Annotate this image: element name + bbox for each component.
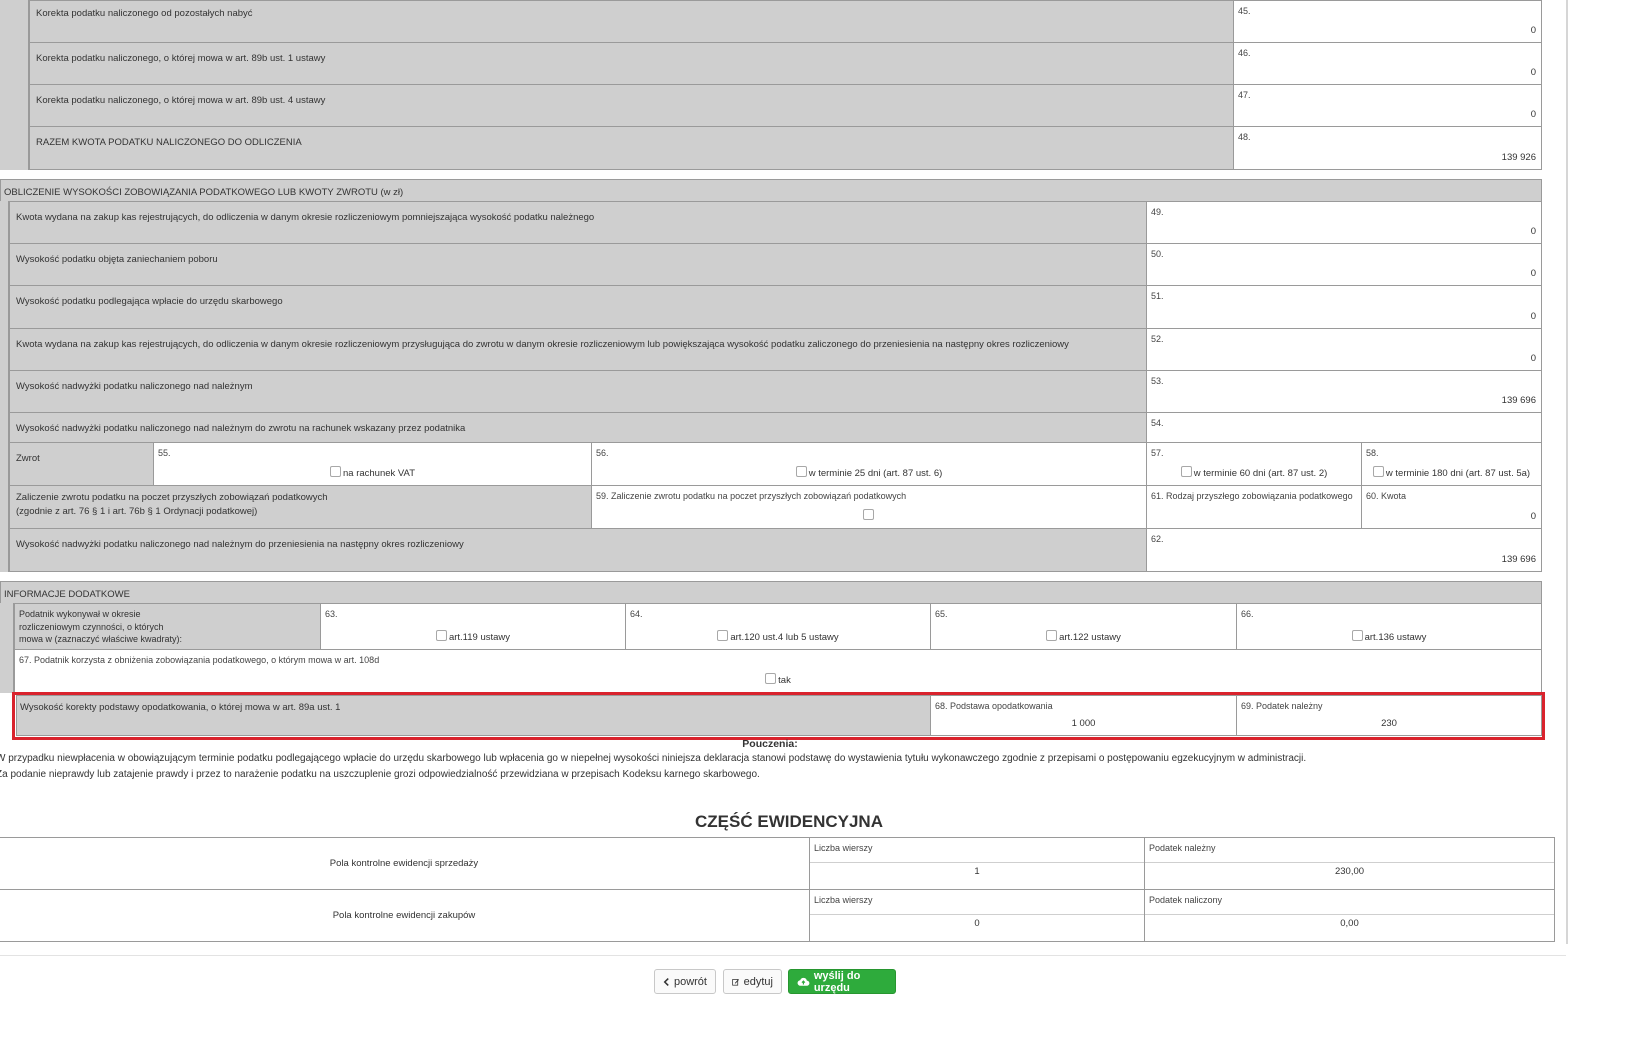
zaliczenie-label: Zaliczenie zwrotu podatku na poczet przy… (9, 485, 592, 529)
checkbox-66[interactable] (1351, 630, 1363, 641)
checkbox-67[interactable] (765, 673, 777, 684)
field-55[interactable]: 55. na rachunek VAT (153, 442, 592, 486)
field-51[interactable]: 51. 0 (1146, 285, 1542, 329)
info-indent-strip (0, 603, 14, 693)
footer-divider (0, 955, 1566, 956)
field-58[interactable]: 58. w terminie 180 dni (art. 87 ust. 5a) (1361, 442, 1542, 486)
zakupy-podatek-naliczony: Podatek naliczony 0,00 (1144, 889, 1555, 942)
field-64[interactable]: 64. art.120 ust.4 lub 5 ustawy (625, 603, 931, 650)
field-48[interactable]: 48. 139 926 (1233, 126, 1542, 170)
pouczenia-title: Pouczenia: (742, 738, 798, 750)
row-46-label: Korekta podatku naliczonego, o której mo… (29, 42, 1234, 85)
field-46[interactable]: 46. 0 (1233, 42, 1542, 85)
send-to-office-button[interactable]: wyślij do urzędu (788, 969, 896, 994)
page-right-edge (1566, 0, 1568, 944)
field-67[interactable]: 67. Podatnik korzysta z obniżenia zobowi… (14, 649, 1542, 693)
row-54-label: Wysokość nadwyżki podatku naliczonego na… (9, 412, 1147, 443)
field-59[interactable]: 59. Zaliczenie zwrotu podatku na poczet … (591, 485, 1147, 529)
calc-indent-strip (0, 201, 9, 572)
row-51-label: Wysokość podatku podlegająca wpłacie do … (9, 285, 1147, 329)
field-68[interactable]: 68. Podstawa opodatkowania 1 000 (930, 695, 1237, 736)
section-header-obliczenie: OBLICZENIE WYSOKOŚCI ZOBOWIĄZANIA PODATK… (0, 179, 1542, 202)
field-69[interactable]: 69. Podatek należny 230 (1236, 695, 1542, 736)
row-45-label: Korekta podatku naliczonego od pozostały… (29, 0, 1234, 43)
cloud-upload-icon (797, 977, 810, 986)
ewidencja-title: CZĘŚĆ EWIDENCYJNA (695, 812, 883, 831)
checkbox-59[interactable] (862, 509, 874, 520)
field-50[interactable]: 50. 0 (1146, 243, 1542, 286)
checkbox-63[interactable] (435, 630, 447, 641)
field-57[interactable]: 57. w terminie 60 dni (art. 87 ust. 2) (1146, 442, 1362, 486)
checkbox-64[interactable] (717, 630, 729, 641)
row-50-label: Wysokość podatku objęta zaniechaniem pob… (9, 243, 1147, 286)
edit-button[interactable]: edytuj (723, 969, 782, 994)
checkbox-56[interactable] (795, 466, 807, 477)
zakupy-liczba-wierszy: Liczba wierszy 0 (809, 889, 1145, 942)
checkbox-65[interactable] (1046, 630, 1058, 641)
field-45[interactable]: 45. 0 (1233, 0, 1542, 43)
korekta-label: Wysokość korekty podstawy opodatkowania,… (16, 695, 931, 736)
field-66[interactable]: 66. art.136 ustawy (1236, 603, 1542, 650)
edit-icon (732, 978, 740, 986)
field-61[interactable]: 61. Rodzaj przyszłego zobowiązania podat… (1146, 485, 1362, 529)
podatnik-label: Podatnik wykonywał w okresie rozliczeniow… (14, 603, 321, 650)
field-49[interactable]: 49. 0 (1146, 201, 1542, 244)
field-60[interactable]: 60. Kwota 0 (1361, 485, 1542, 529)
row-49-label: Kwota wydana na zakup kas rejestrujących… (9, 201, 1147, 244)
checkbox-58[interactable] (1372, 466, 1384, 477)
field-52[interactable]: 52. 0 (1146, 328, 1542, 371)
field-62[interactable]: 62. 139 696 (1146, 528, 1542, 572)
pouczenia-line-2: Za podanie nieprawdy lub zatajenie prawd… (0, 769, 760, 780)
sprzedaz-podatek-nalezny: Podatek należny 230,00 (1144, 837, 1555, 890)
row-47-label: Korekta podatku naliczonego, o której mo… (29, 84, 1234, 127)
field-56[interactable]: 56. w terminie 25 dni (art. 87 ust. 6) (591, 442, 1147, 486)
field-63[interactable]: 63. art.119 ustawy (320, 603, 626, 650)
sprzedaz-liczba-wierszy: Liczba wierszy 1 (809, 837, 1145, 890)
back-button[interactable]: powrót (654, 969, 716, 994)
zakupy-label-cell: Pola kontrolne ewidencji zakupów (0, 889, 810, 942)
row-48-label: RAZEM KWOTA PODATKU NALICZONEGO DO ODLIC… (29, 126, 1234, 170)
zwrot-label: Zwrot (9, 442, 154, 486)
row-62-label: Wysokość nadwyżki podatku naliczonego na… (9, 528, 1147, 572)
pouczenia-line-1: W przypadku niewpłacenia w obowiązującym… (0, 753, 1307, 764)
sprzedaz-label-cell: Pola kontrolne ewidencji sprzedaży (0, 837, 810, 890)
checkbox-57[interactable] (1180, 466, 1192, 477)
chevron-left-icon (663, 977, 669, 986)
field-47[interactable]: 47. 0 (1233, 84, 1542, 127)
row-53-label: Wysokość nadwyżki podatku naliczonego na… (9, 370, 1147, 413)
field-53[interactable]: 53. 139 696 (1146, 370, 1542, 413)
left-indent-strip (0, 0, 29, 170)
checkbox-55[interactable] (330, 466, 341, 477)
field-65[interactable]: 65. art.122 ustawy (930, 603, 1237, 650)
field-54[interactable]: 54. (1146, 412, 1542, 443)
row-52-label: Kwota wydana na zakup kas rejestrujących… (9, 328, 1147, 371)
section-header-informacje: INFORMACJE DODATKOWE (0, 581, 1542, 604)
